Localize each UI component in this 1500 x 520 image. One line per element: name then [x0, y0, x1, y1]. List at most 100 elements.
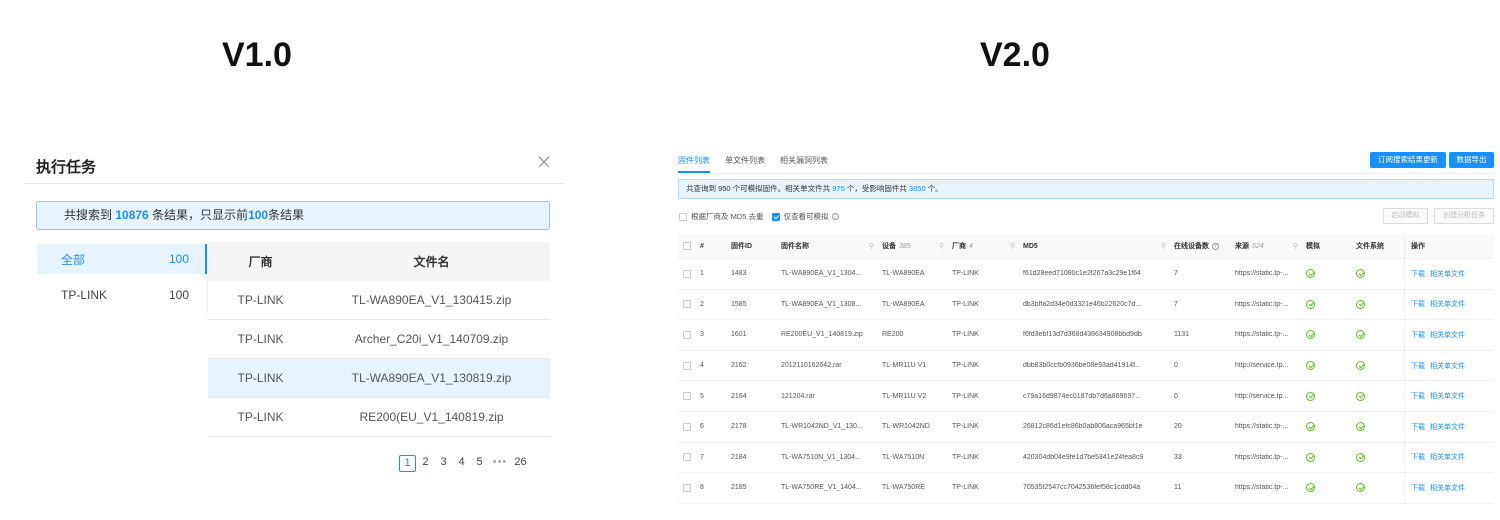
tab-single-file-list[interactable]: 单文件列表 [725, 155, 765, 173]
check-circle-icon [1356, 330, 1365, 340]
dedupe-label: 根据厂商及 MD5 去重 [691, 212, 764, 221]
header-actions: 操作 [1404, 234, 1494, 258]
table-header: 厂商 文件名 [208, 242, 550, 281]
page-1[interactable]: 1 [399, 455, 416, 472]
cell-firmware-name: 121204.rar [781, 392, 815, 400]
header-index: # [700, 242, 704, 250]
help-icon[interactable]: ? [831, 213, 839, 220]
table-header: # 固件ID 固件名称 ⚲ 设备 385 ⚲ 厂商 4 ⚲ MD5 ⚲ 在线设备… [678, 234, 1494, 259]
vendor-filter-all[interactable]: 全部 100 [37, 244, 209, 274]
download-link[interactable]: 下载 [1411, 422, 1425, 432]
cell-vendor: TP-LINK [237, 371, 284, 385]
table-row[interactable]: 4 2162 2012110162642.rar TL-MR11U V1 TP-… [678, 350, 1494, 382]
download-link[interactable]: 下载 [1411, 269, 1425, 279]
search-icon[interactable]: ⚲ [1010, 242, 1015, 250]
header-label: 在线设备数 [1174, 243, 1209, 250]
cell-md5: f6fd3ebf13d7d368d436634908bbd9db [1023, 331, 1142, 339]
cell-source: https://static.tp-... [1235, 423, 1289, 431]
check-circle-icon [1356, 299, 1365, 309]
table-row[interactable]: TP-LINK Archer_C20i_V1_140709.zip [208, 320, 550, 359]
search-result-alert: 共搜索到 10876 条结果，只显示前100条结果 [36, 201, 550, 230]
cell-source: http://service.tp... [1235, 362, 1289, 370]
cell-device: TL-WA890EA [882, 270, 925, 278]
only-emulatable-checkbox[interactable] [771, 212, 780, 221]
related-files-link[interactable]: 相关单文件 [1430, 361, 1465, 371]
download-link[interactable]: 下载 [1411, 299, 1425, 309]
related-files-link[interactable]: 相关单文件 [1430, 452, 1465, 462]
page-last[interactable]: 26 [512, 455, 529, 472]
cell-firmware-name: TL-WA890EA_V1_1304... [781, 270, 862, 278]
related-files-link[interactable]: 相关单文件 [1430, 299, 1465, 309]
download-link[interactable]: 下载 [1411, 483, 1425, 493]
check-circle-icon [1306, 391, 1315, 401]
cell-vendor: TP-LINK [952, 300, 979, 308]
search-icon[interactable]: ⚲ [1293, 242, 1298, 250]
row-checkbox[interactable] [683, 392, 691, 401]
search-icon[interactable]: ⚲ [869, 242, 874, 250]
header-vendor: 厂商 4 ⚲ [950, 241, 1021, 251]
v1-task-dialog: 执行任务 共搜索到 10876 条结果，只显示前100条结果 全部 100 TP… [24, 142, 566, 520]
related-files-link[interactable]: 相关单文件 [1430, 483, 1465, 493]
only-emulatable-option[interactable]: 仅查看可模拟 ? [771, 211, 839, 222]
close-icon[interactable] [536, 154, 552, 170]
row-checkbox[interactable] [683, 422, 691, 431]
dedupe-option[interactable]: 根据厂商及 MD5 去重 [679, 211, 764, 222]
table-row[interactable]: 8 2185 TL-WA750RE_V1_1404... TL-WA750RE … [678, 473, 1494, 504]
page-5[interactable]: 5 [471, 455, 488, 472]
related-files-link[interactable]: 相关单文件 [1430, 391, 1465, 401]
cell-vendor: TP-LINK [952, 453, 979, 461]
vendor-filter-count: 100 [168, 288, 189, 302]
vendor-count: 4 [969, 242, 973, 250]
row-checkbox[interactable] [683, 483, 691, 492]
dedupe-checkbox[interactable] [679, 212, 687, 221]
related-files-link[interactable]: 相关单文件 [1430, 422, 1465, 432]
alert-text: 个。 [925, 184, 943, 193]
table-row[interactable]: 7 2184 TL-WA7510N_V1_1304... TL-WA7510N … [678, 442, 1494, 474]
table-row[interactable]: 6 2178 TL-WR1042ND_V1_130... TL-WR1042ND… [678, 411, 1494, 443]
select-all-checkbox[interactable] [683, 242, 691, 250]
table-row[interactable]: 3 1601 RE200EU_V1_140819.zip RE200 TP-LI… [678, 320, 1494, 351]
search-icon[interactable]: ⚲ [1161, 242, 1166, 250]
tab-firmware-list[interactable]: 固件列表 [678, 155, 710, 173]
download-link[interactable]: 下载 [1411, 330, 1425, 340]
search-icon[interactable]: ⚲ [939, 242, 944, 250]
check-circle-icon [1356, 269, 1365, 279]
vendor-filter-tp-link[interactable]: TP-LINK 100 [37, 280, 209, 310]
header-label: 固件名称 [781, 243, 809, 250]
table-row-selected[interactable]: TP-LINK TL-WA890EA_V1_130819.zip [208, 359, 550, 398]
export-button[interactable]: 数据导出 [1449, 152, 1494, 168]
alert-text: 个，受影响固件共 [844, 184, 909, 193]
page-3[interactable]: 3 [435, 455, 452, 472]
table-row[interactable]: TP-LINK RE200(EU_V1_140819.zip [208, 398, 550, 437]
help-icon[interactable]: ? [1212, 242, 1219, 250]
v1-heading: V1.0 [222, 36, 292, 74]
cell-firmware-name: TL-WA7510N_V1_1304... [781, 453, 861, 461]
table-row[interactable]: TP-LINK TL-WA890EA_V1_130415.zip [208, 281, 550, 320]
page-ellipsis[interactable]: ••• [489, 455, 511, 472]
page-2[interactable]: 2 [417, 455, 434, 472]
table-row[interactable]: 2 1585 TL-WA890EA_V1_1308... TL-WA890EA … [678, 289, 1494, 321]
related-files-link[interactable]: 相关单文件 [1430, 330, 1465, 340]
row-checkbox[interactable] [683, 300, 691, 309]
cell-filename: TL-WA890EA_V1_130819.zip [351, 371, 512, 385]
table-row[interactable]: 5 2164 121204.rar TL-MR11U V2 TP-LINK c7… [678, 381, 1494, 412]
subscribe-button[interactable]: 订阅搜索结果更新 [1370, 152, 1446, 168]
query-result-alert: 共查询到 950 个可模拟固件。相关单文件共 975 个，受影响固件共 3850… [678, 179, 1494, 199]
row-checkbox[interactable] [683, 269, 691, 278]
row-checkbox[interactable] [683, 453, 691, 462]
cell-vendor: TP-LINK [952, 392, 979, 400]
download-link[interactable]: 下载 [1411, 452, 1425, 462]
page-4[interactable]: 4 [453, 455, 470, 472]
download-link[interactable]: 下载 [1411, 361, 1425, 371]
row-checkbox[interactable] [683, 330, 691, 339]
cell-md5: 420304db04e9fe1d7be5341e24fea8c9 [1023, 453, 1144, 461]
tab-vulnerability-list[interactable]: 相关漏洞列表 [780, 155, 828, 173]
start-emulation-button[interactable]: 启动模拟 [1383, 208, 1428, 224]
table-row[interactable]: 1 1483 TL-WA890EA_V1_1304... TL-WA890EA … [678, 259, 1494, 290]
related-files-link[interactable]: 相关单文件 [1430, 269, 1465, 279]
download-link[interactable]: 下载 [1411, 391, 1425, 401]
create-analysis-task-button[interactable]: 创建分析任务 [1434, 208, 1494, 224]
row-checkbox[interactable] [683, 361, 691, 370]
cell-online-devices: 11 [1174, 484, 1182, 492]
cell-vendor: TP-LINK [237, 410, 284, 424]
